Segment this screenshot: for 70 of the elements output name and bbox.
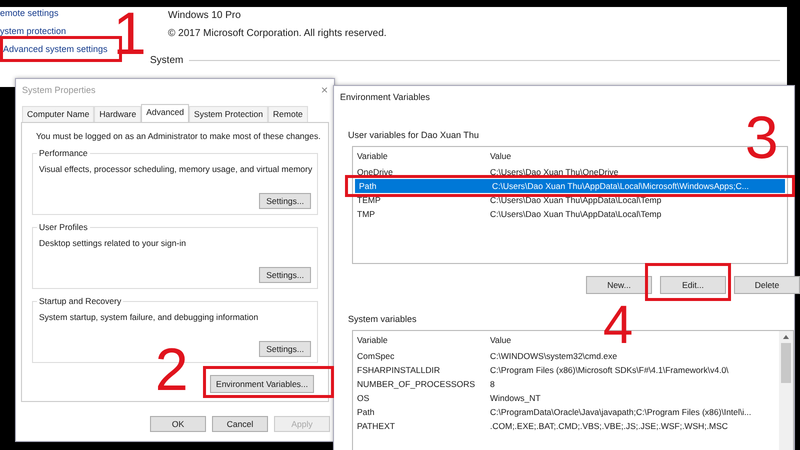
dialog-button[interactable]: Cancel (212, 416, 268, 432)
scrollbar[interactable] (779, 331, 793, 450)
variable-value: 8 (490, 379, 495, 389)
scrollbar-thumb[interactable] (781, 343, 791, 383)
column-header[interactable]: Value (490, 335, 512, 345)
variable-value: C:\WINDOWS\system32\cmd.exe (490, 351, 618, 361)
window-title: Environment Variables (340, 92, 430, 102)
list-row[interactable]: FSHARPINSTALLDIR C:\Program Files (x86)\Microsoft SDKs\F#\4.1\Framework\v4.0\ (353, 363, 777, 377)
tab[interactable]: Remote (268, 106, 308, 122)
environment-variables-button[interactable]: Environment Variables... (210, 375, 314, 393)
variable-value: C:\Users\Dao Xuan Thu\AppData\Local\Microsoft\WindowsApps;C... (492, 181, 749, 191)
variable-name: TMP (357, 209, 376, 219)
variable-name: OS (357, 393, 370, 403)
notice-text: You must be logged on as an Administrator to make most of these changes. (36, 131, 318, 141)
list-row[interactable]: NUMBER_OF_PROCESSORS 8 (353, 377, 777, 391)
variable-name: OneDrive (357, 167, 394, 177)
copyright-text: © 2017 Microsoft Corporation. All rights reserved. (168, 28, 388, 39)
group-label: Startup and Recovery (37, 296, 124, 306)
variable-value: C:\Program Files (x86)\Microsoft SDKs\F#\4.1\Framework\v4.0\ (490, 365, 729, 375)
edition-text: Windows 10 Pro (168, 10, 242, 21)
list-row[interactable]: Path C:\Users\Dao Xuan Thu\AppData\Local\Microsoft\WindowsApps;C... (355, 179, 785, 193)
variable-name: PATHEXT (357, 421, 396, 431)
list-action-button[interactable]: Edit... (660, 276, 726, 294)
settings-button[interactable]: Settings... (259, 341, 311, 357)
group-label: User variables for Dao Xuan Thu (348, 130, 480, 140)
variable-value: C:\ProgramData\Oracle\Java\javapath;C:\Program Files (x86)\Intel\i... (490, 407, 752, 417)
variable-name: Path (357, 407, 376, 417)
scroll-up-icon[interactable] (783, 335, 789, 339)
tab[interactable]: System Protection (189, 106, 268, 122)
list-row[interactable]: OneDrive C:\Users\Dao Xuan Thu\OneDrive (353, 165, 787, 179)
group-description: Visual effects, processor scheduling, memory usage, and virtual memory (39, 164, 311, 174)
section-heading: System (150, 55, 184, 66)
list-row[interactable]: TMP C:\Users\Dao Xuan Thu\AppData\Local\Temp (353, 207, 787, 221)
variable-value: C:\Users\Dao Xuan Thu\OneDrive (490, 167, 618, 177)
variable-name: FSHARPINSTALLDIR (357, 365, 441, 375)
settings-button[interactable]: Settings... (259, 267, 311, 283)
group-label: System variables (348, 314, 418, 324)
list-row[interactable]: PATHEXT .COM;.EXE;.BAT;.CMD;.VBS;.VBE;.JS;.JSE;.WSF;.WSH;.MSC (353, 419, 777, 433)
variable-value: Windows_NT (490, 393, 541, 403)
step-number: 4 (603, 298, 634, 352)
column-header[interactable]: Variable (357, 335, 490, 345)
tab[interactable]: Computer Name (22, 106, 94, 122)
close-button[interactable]: × (320, 83, 328, 97)
variable-name: ComSpec (357, 351, 396, 361)
list-row[interactable]: Path C:\ProgramData\Oracle\Java\javapath;C:\Program Files (x86)\Intel\i... (353, 405, 777, 419)
column-header[interactable]: Value (490, 151, 512, 161)
column-header[interactable]: Variable (357, 151, 490, 161)
variable-name: Path (359, 181, 378, 191)
group-label: Performance (37, 148, 90, 158)
variable-value: C:\Users\Dao Xuan Thu\AppData\Local\Temp (490, 209, 662, 219)
list-row[interactable]: ComSpec C:\WINDOWS\system32\cmd.exe (353, 349, 777, 363)
list-action-button[interactable]: New... (586, 276, 652, 294)
variable-value: .COM;.EXE;.BAT;.CMD;.VBS;.VBE;.JS;.JSE;.WSF;.WSH;.MSC (490, 421, 728, 431)
tab[interactable]: Advanced (141, 104, 190, 122)
list-row[interactable]: OS Windows_NT (353, 391, 777, 405)
list-action-button[interactable]: Delete (734, 276, 800, 294)
settings-button[interactable]: Settings... (259, 193, 311, 209)
list-row[interactable]: TEMP C:\Users\Dao Xuan Thu\AppData\Local\Temp (353, 193, 787, 207)
group-label: User Profiles (37, 222, 90, 232)
dialog-button[interactable]: OK (150, 416, 206, 432)
variable-name: TEMP (357, 195, 382, 205)
variable-name: NUMBER_OF_PROCESSORS (357, 379, 476, 389)
group-description: System startup, system failure, and debugging information (39, 312, 260, 322)
variable-value: C:\Users\Dao Xuan Thu\AppData\Local\Temp (490, 195, 662, 205)
step-number: 2 (155, 340, 188, 400)
tab[interactable]: Hardware (94, 106, 142, 122)
group-description: Desktop settings related to your sign-in (39, 238, 187, 248)
step-number: 3 (745, 108, 778, 168)
window-title: System Properties (22, 85, 96, 95)
step-number: 1 (113, 4, 146, 64)
